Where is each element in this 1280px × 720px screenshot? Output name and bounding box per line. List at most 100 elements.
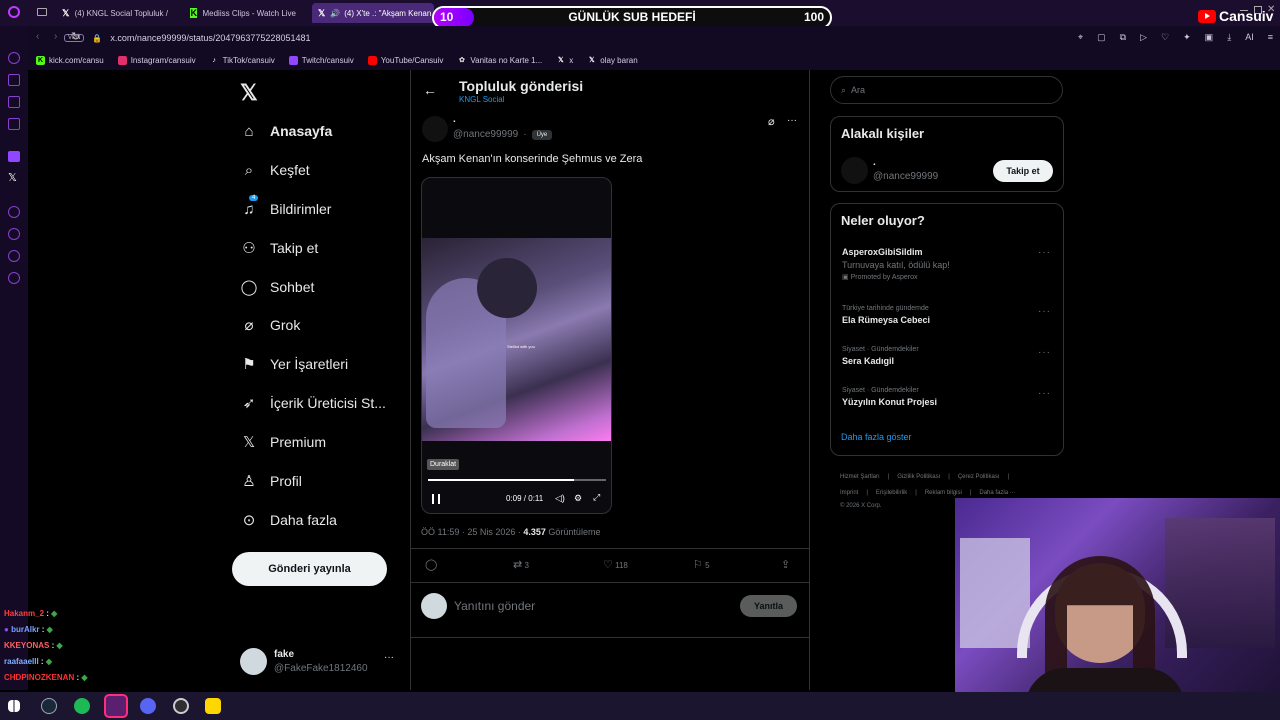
discord-icon[interactable] <box>140 698 156 714</box>
bookmark-kick[interactable]: Kkick.com/cansu <box>36 55 104 65</box>
nav-item-explore[interactable]: ⌕ Keşfet <box>240 161 310 179</box>
more-dots-icon[interactable]: ··· <box>384 652 394 663</box>
more-dots-icon[interactable]: ··· <box>1038 347 1051 358</box>
reply-button[interactable]: Yanıtla <box>740 595 797 617</box>
ai-icon[interactable]: AI <box>1245 32 1254 44</box>
nav-item-follow[interactable]: ⚇ Takip et <box>240 239 318 257</box>
reply-icon[interactable]: ◯ <box>425 558 437 571</box>
bookmark-olay-baran[interactable]: 𝕏olay baran <box>587 56 638 65</box>
video-player[interactable]: Stelliot with you Duraklat 0:09 / 0:11 ◁… <box>421 177 612 514</box>
opera-menu-icon[interactable] <box>8 6 20 18</box>
footer-link[interactable]: Erişilebilirlik <box>876 485 907 501</box>
trend-item[interactable]: Siyaset · Gündemdekiler Yüzyılın Konut P… <box>842 387 1052 407</box>
twitch-icon[interactable] <box>8 151 20 162</box>
sidebar-icon-4[interactable] <box>8 118 20 130</box>
sidebar-icon-5[interactable] <box>8 206 20 218</box>
x-logo-icon[interactable]: 𝕏 <box>8 171 17 184</box>
play-icon[interactable]: ▷ <box>1140 32 1147 44</box>
back-icon[interactable]: ‹ <box>36 31 39 42</box>
nav-item-creator-studio[interactable]: ➶ İçerik Üreticisi St... <box>240 394 386 412</box>
bookmark-tiktok[interactable]: ♪ TikTok/cansuiv <box>210 56 274 65</box>
sidebar-icon-2[interactable] <box>8 74 20 86</box>
box-icon[interactable]: ▣ <box>1205 32 1214 44</box>
settings-icon[interactable]: ⚙ <box>574 493 582 504</box>
browser-tab-2[interactable]: K Mediiss Clips - Watch Live <box>184 3 302 23</box>
settings-icon[interactable] <box>8 272 20 284</box>
history-icon[interactable] <box>8 228 20 240</box>
bookmark-twitch[interactable]: Twitch/cansuiv <box>288 55 354 65</box>
retweet-button[interactable]: ⇄ 3 <box>513 558 529 571</box>
video-progress-track[interactable] <box>428 479 606 481</box>
author-name[interactable]: . <box>453 114 456 125</box>
tab-overview-icon[interactable] <box>37 8 47 16</box>
menu-icon[interactable]: ≡ <box>1268 32 1273 44</box>
tab-icon[interactable]: ⧉ <box>1120 32 1126 44</box>
bookmark-button[interactable]: ⚐ 5 <box>693 558 710 571</box>
forward-icon[interactable]: › <box>54 31 57 42</box>
show-more-link[interactable]: Daha fazla göster <box>841 432 912 442</box>
author-avatar[interactable] <box>422 116 448 142</box>
avatar[interactable] <box>841 157 868 184</box>
follow-button[interactable]: Takip et <box>993 160 1053 182</box>
author-handle[interactable]: @nance99999 · Üye <box>453 129 553 140</box>
bookmark-x[interactable]: 𝕏x <box>556 56 573 65</box>
nav-item-notifications[interactable]: ♫ 4 Bildirimler <box>240 195 331 218</box>
search-input[interactable]: ⌕ Ara <box>830 76 1063 104</box>
share-icon[interactable]: ⇪ <box>781 558 790 571</box>
fullscreen-icon[interactable]: ⤢ <box>593 492 600 503</box>
snapshot-icon[interactable]: ▢ <box>1097 32 1106 44</box>
like-button[interactable]: ♡ 118 <box>603 558 628 571</box>
extension-icon[interactable]: ✦ <box>1183 32 1191 44</box>
pause-icon[interactable] <box>432 494 440 504</box>
more-dots-icon[interactable]: ··· <box>787 115 797 126</box>
steam-icon[interactable] <box>41 698 57 714</box>
post-button[interactable]: Gönderi yayınla <box>232 552 387 586</box>
related-user-name[interactable]: . <box>873 157 876 168</box>
sidebar-icon-3[interactable] <box>8 96 20 108</box>
nav-item-bookmarks[interactable]: ⚑ Yer İşaretleri <box>240 355 348 373</box>
url-field[interactable]: VPN 🔒 x.com/nance99999/status/2047963775… <box>64 30 1034 46</box>
nav-item-premium[interactable]: 𝕏 Premium <box>240 433 326 451</box>
video-frame[interactable]: Stelliot with you <box>422 238 611 441</box>
spotify-icon[interactable] <box>74 698 90 714</box>
sidebar-icon-1[interactable] <box>8 52 20 64</box>
trend-item[interactable]: AsperoxGibiSildim Turnuvaya katıl, ödülü… <box>842 247 1052 281</box>
trend-item[interactable]: Siyaset · Gündemdekiler Sera Kadıgil <box>842 346 1052 366</box>
windows-start-icon[interactable] <box>8 700 20 712</box>
more-dots-icon[interactable]: ··· <box>1038 306 1051 317</box>
sidebar-icon-6[interactable] <box>8 250 20 262</box>
footer-link[interactable]: Hizmet Şartları <box>840 469 880 485</box>
nav-item-grok[interactable]: ⌀ Grok <box>240 316 300 334</box>
app-icon[interactable] <box>205 698 221 714</box>
related-user-handle[interactable]: @nance99999 <box>873 171 938 182</box>
browser-tab-3[interactable]: 𝕏 🔊 (4) X'te .: "Akşam Kenan <box>312 3 434 23</box>
volume-icon[interactable]: ◁) <box>555 493 565 504</box>
more-dots-icon[interactable]: ··· <box>1038 247 1051 258</box>
bookmark-youtube[interactable]: YouTube/Cansuiv <box>367 55 443 65</box>
browser-tab-1[interactable]: 𝕏 (4) KNGL Social Topluluk / <box>56 3 174 23</box>
pin-icon[interactable]: ⌖ <box>1078 32 1083 44</box>
reply-input[interactable]: Yanıtını gönder <box>454 599 535 613</box>
footer-link[interactable]: Imprint <box>840 485 858 501</box>
nav-item-home[interactable]: ⌂ Anasayfa <box>240 122 332 140</box>
community-link[interactable]: KNGL Social <box>459 95 505 104</box>
post-timestamp[interactable]: ÖÖ 11:59 · 25 Nis 2026 · <box>421 527 523 537</box>
nav-item-profile[interactable]: ♙ Profil <box>240 472 302 490</box>
footer-link[interactable]: Çerez Politikası <box>958 469 1000 485</box>
account-switcher[interactable]: fake @FakeFake1812460 ··· <box>240 646 400 678</box>
footer-link[interactable]: Gizlilik Politikası <box>897 469 940 485</box>
more-dots-icon[interactable]: ··· <box>1038 388 1051 399</box>
nav-item-more[interactable]: ⊙ Daha fazla <box>240 511 337 529</box>
vpn-badge[interactable]: VPN <box>64 34 85 42</box>
bookmark-instagram[interactable]: Instagram/cansuiv <box>117 55 196 65</box>
x-logo-icon[interactable]: 𝕏 <box>240 80 258 106</box>
grok-analyze-icon[interactable]: ⌀ <box>768 115 775 128</box>
trend-item[interactable]: Türkiye tarihinde gündemde Ela Rümeysa C… <box>842 305 1052 325</box>
download-icon[interactable]: ⤓ <box>1227 32 1231 44</box>
nav-item-chat[interactable]: ◯ Sohbet <box>240 278 315 296</box>
back-arrow-icon[interactable]: ← <box>423 82 437 98</box>
bookmark-vanitas[interactable]: ✿ Vanitas no Karte 1... <box>457 56 542 65</box>
opera-gx-icon[interactable] <box>104 694 128 718</box>
heart-icon[interactable]: ♡ <box>1161 32 1169 44</box>
obs-icon[interactable] <box>173 698 189 714</box>
